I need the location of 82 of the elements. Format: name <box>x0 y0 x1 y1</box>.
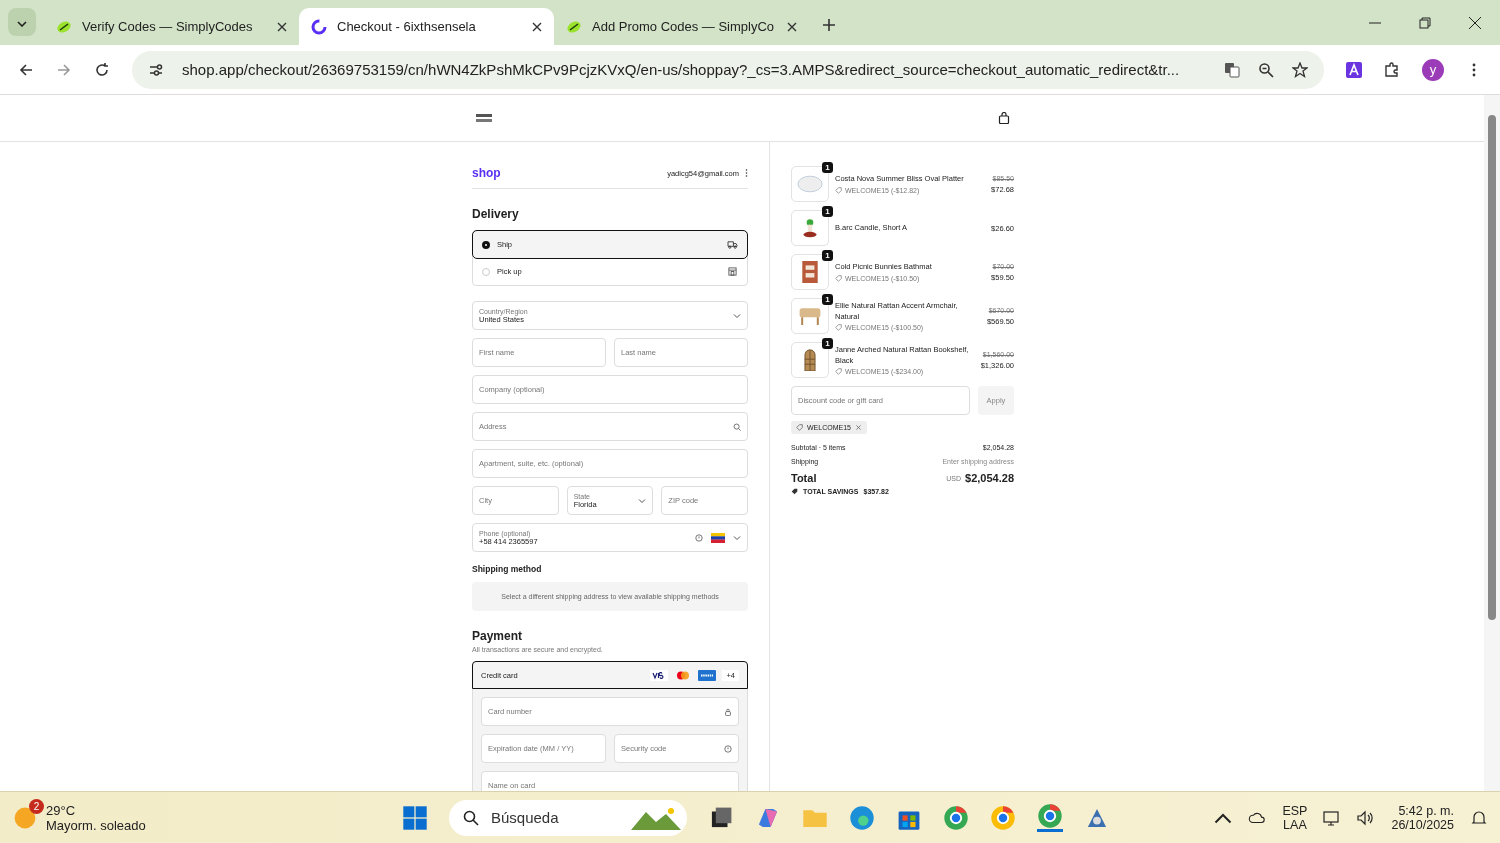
close-icon[interactable] <box>1469 17 1481 29</box>
star-icon[interactable] <box>1292 61 1308 78</box>
shopping-bag-icon[interactable] <box>998 112 1010 124</box>
help-icon <box>724 744 732 753</box>
savings-tag-icon <box>791 488 798 495</box>
amex-card-icon <box>698 669 717 681</box>
total-label: Total <box>791 472 818 484</box>
forward-icon[interactable] <box>56 61 72 78</box>
total-value: $2,054.28 <box>965 472 1014 484</box>
chevron-down-icon <box>733 311 741 320</box>
store-icon <box>727 267 738 276</box>
quantity-badge: 1 <box>822 162 833 173</box>
lock-icon <box>724 707 732 716</box>
tab-title: Verify Codes — SimplyCodes <box>82 19 254 34</box>
address-bar[interactable]: shop.app/checkout/26369753159/cn/hWN4ZkPshMkCPv9PcjzKVxQ/en-us/shoppay?_cs=3.AMPS&redirect_source=checkout_automatic_redirect&tr... <box>132 50 1324 89</box>
section-title: Payment <box>472 629 524 643</box>
network-icon[interactable] <box>1323 809 1342 826</box>
reload-icon[interactable] <box>94 61 110 78</box>
windows-start-icon[interactable] <box>402 804 428 831</box>
browser-tab[interactable]: Checkout - 6ixthsensela <box>299 8 554 45</box>
tab-title: Add Promo Codes — SimplyCo <box>592 19 776 34</box>
chevron-down-icon <box>638 496 647 505</box>
close-icon[interactable] <box>532 21 542 32</box>
extension-icon[interactable] <box>1346 61 1362 78</box>
tag-icon <box>835 368 842 375</box>
notification-badge: 2 <box>29 798 44 814</box>
help-icon <box>695 533 703 542</box>
zoom-icon[interactable] <box>1258 61 1274 78</box>
chrome-icon[interactable] <box>943 804 969 831</box>
quantity-badge: 1 <box>822 338 833 349</box>
search-icon <box>463 809 479 826</box>
scrollbar-thumb[interactable] <box>1488 115 1496 620</box>
temperature-text: 29°C <box>46 802 77 818</box>
notifications-icon[interactable] <box>1470 809 1488 826</box>
armchair-icon <box>797 305 823 327</box>
weather-text: Mayorm. soleado <box>46 817 146 833</box>
language-text[interactable]: ESP <box>1282 803 1308 818</box>
speaker-icon[interactable] <box>1357 809 1376 826</box>
swirl-icon <box>311 18 327 35</box>
profile-avatar[interactable]: y <box>1422 58 1444 81</box>
back-icon[interactable] <box>18 61 34 78</box>
quantity-badge: 1 <box>822 250 833 261</box>
chrome-icon[interactable] <box>1037 803 1063 832</box>
tag-icon <box>835 186 842 194</box>
truck-icon <box>727 240 738 249</box>
tag-icon <box>796 424 803 431</box>
shop-logo: shop <box>472 166 502 180</box>
keyboard-layout-text[interactable]: LAA <box>1283 817 1307 832</box>
url-text: shop.app/checkout/26369753159/cn/hWN4ZkPshMkCPv9PcjzKVxQ/en-us/shoppay?_cs=3.AMPS&redirect_source=checkout_automatic_redirect&tr... <box>182 61 1181 78</box>
radio-button[interactable] <box>482 240 490 249</box>
flag-icon[interactable] <box>711 532 725 543</box>
leaf-icon <box>56 18 72 35</box>
more-options-icon[interactable] <box>745 169 748 177</box>
remove-icon[interactable] <box>854 424 862 431</box>
chevron-down-icon <box>17 21 27 27</box>
close-icon[interactable] <box>787 21 797 32</box>
quantity-badge: 1 <box>822 206 833 217</box>
section-title: Delivery <box>472 207 520 221</box>
close-icon[interactable] <box>277 21 287 32</box>
new-tab-icon[interactable] <box>823 19 835 31</box>
search-placeholder: Búsqueda <box>491 809 560 826</box>
chrome-icon[interactable] <box>990 804 1016 831</box>
taskbar-search[interactable]: Búsqueda <box>449 799 687 836</box>
leaf-icon <box>566 18 582 35</box>
browser-tab[interactable]: Verify Codes — SimplyCodes <box>44 8 299 45</box>
search-icon <box>733 422 741 431</box>
tag-icon <box>835 324 842 331</box>
platter-icon <box>797 173 823 195</box>
tab-search-button[interactable] <box>8 8 36 36</box>
puzzle-icon[interactable] <box>1384 61 1400 78</box>
landscape-icon <box>631 805 681 830</box>
translate-icon[interactable] <box>1224 61 1240 78</box>
quantity-badge: 1 <box>822 294 833 305</box>
browser-tab[interactable]: Add Promo Codes — SimplyCo <box>554 8 809 45</box>
section-title: Shipping method <box>472 564 543 574</box>
clock-date[interactable]: 26/10/2025 <box>1391 817 1454 832</box>
restore-icon[interactable] <box>1419 17 1431 29</box>
clock-time[interactable]: 5:42 p. m. <box>1398 803 1454 818</box>
tab-title: Checkout - 6ixthsensela <box>337 19 477 34</box>
tag-icon <box>835 274 842 282</box>
visa-card-icon <box>650 669 669 681</box>
site-settings-icon[interactable] <box>148 61 164 78</box>
